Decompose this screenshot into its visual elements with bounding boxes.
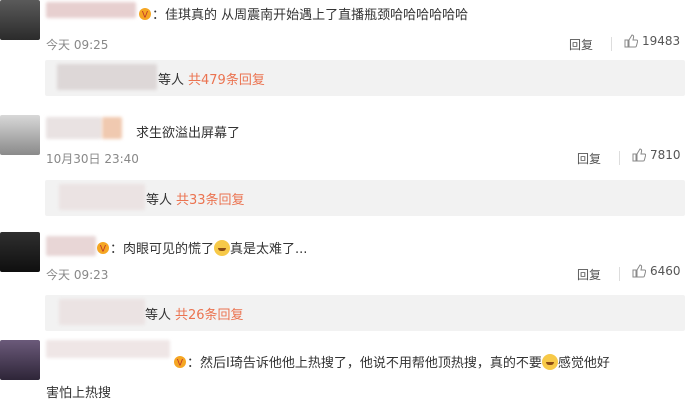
sub-replies-summary: 等人 共33条回复 — [146, 189, 245, 208]
username-blurred[interactable] — [46, 236, 96, 256]
reply-button[interactable]: 回复 — [577, 266, 601, 283]
like-count: 19483 — [642, 34, 681, 48]
badge-icon: V — [96, 241, 110, 255]
sub-replier-blurred — [59, 299, 145, 325]
sub-replies-summary: 等人 共479条回复 — [158, 69, 265, 88]
divider — [619, 267, 620, 281]
comment-item: V ：佳琪真的 从周震南开始遇上了直播瓶颈哈哈哈哈哈哈 今天 09:25 回复 … — [0, 0, 690, 110]
avatar[interactable] — [0, 0, 40, 40]
reply-button[interactable]: 回复 — [577, 150, 601, 167]
sub-replier-blurred — [57, 64, 157, 90]
like-button[interactable]: 6460 — [632, 264, 681, 278]
comment-text: 求生欲溢出屏幕了 — [136, 126, 241, 141]
sub-replies[interactable]: 等人 共26条回复 — [45, 295, 685, 331]
avatar[interactable] — [0, 232, 40, 272]
username-blurred[interactable] — [46, 340, 170, 358]
like-count: 6460 — [650, 264, 681, 278]
comment-item: V ：然后I琦告诉他他上热搜了，他说不用帮他顶热搜，真的不要 感觉他好 害怕上热搜 — [0, 340, 690, 400]
like-button[interactable]: 7810 — [632, 148, 681, 162]
svg-text:V: V — [142, 11, 149, 21]
comment-time: 今天 09:23 — [46, 268, 109, 282]
username-blurred[interactable] — [46, 117, 102, 139]
badge-icon: V — [138, 7, 152, 21]
reply-button[interactable]: 回复 — [569, 36, 593, 53]
like-button[interactable]: 19483 — [624, 34, 680, 48]
sub-replies-who: 等人 — [146, 193, 173, 208]
sub-replies-who: 等人 — [145, 308, 172, 323]
comment-time: 今天 09:25 — [46, 38, 109, 52]
comment-item: 求生欲溢出屏幕了 10月30日 23:40 回复 7810 等人 共33条回复 — [0, 115, 690, 225]
badge-icon: V — [173, 355, 187, 369]
sub-replies[interactable]: 等人 共479条回复 — [45, 60, 685, 96]
sub-replies-summary: 等人 共26条回复 — [145, 304, 244, 323]
comment-text: V ：佳琪真的 从周震南开始遇上了直播瓶颈哈哈哈哈哈哈 — [138, 4, 468, 23]
thumbs-up-icon — [632, 264, 647, 278]
sub-replies-count[interactable]: 共479条回复 — [188, 73, 265, 88]
divider — [619, 151, 620, 165]
avatar[interactable] — [0, 115, 40, 155]
thumbs-up-icon — [632, 148, 647, 162]
sub-replies[interactable]: 等人 共33条回复 — [45, 180, 685, 216]
comment-text-continued: 害怕上热搜 — [46, 386, 112, 400]
comment-text: V ：然后I琦告诉他他上热搜了，他说不用帮他顶热搜，真的不要 感觉他好 — [173, 352, 610, 371]
svg-text:V: V — [177, 359, 184, 369]
sub-replies-count[interactable]: 共26条回复 — [175, 308, 244, 323]
like-count: 7810 — [650, 148, 681, 162]
sub-replies-count[interactable]: 共33条回复 — [176, 193, 245, 208]
avatar[interactable] — [0, 340, 40, 380]
comment-text: V ：肉眼可见的慌了 真是太难了... — [96, 238, 307, 257]
emoji-icon — [214, 240, 231, 256]
comment-item: V ：肉眼可见的慌了 真是太难了... 今天 09:23 回复 6460 等人 共2… — [0, 232, 690, 332]
comment-time: 10月30日 23:40 — [46, 152, 139, 166]
svg-text:V: V — [100, 245, 107, 255]
divider — [611, 37, 612, 51]
username-blurred[interactable] — [46, 2, 136, 18]
username-blurred[interactable] — [102, 117, 122, 139]
sub-replies-who: 等人 — [158, 73, 185, 88]
thumbs-up-icon — [624, 34, 639, 48]
emoji-icon — [541, 354, 558, 370]
sub-replier-blurred — [59, 184, 145, 210]
